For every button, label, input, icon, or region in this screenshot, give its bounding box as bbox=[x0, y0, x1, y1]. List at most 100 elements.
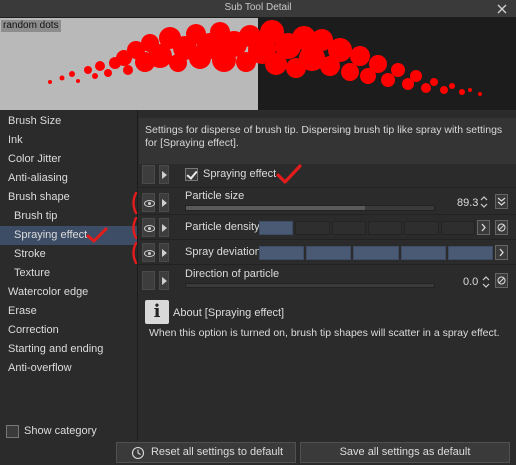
sidebar-item-label: Brush Size bbox=[8, 115, 62, 127]
spinner-icon[interactable] bbox=[481, 274, 491, 290]
category-sidebar: Brush Size Ink Color Jitter Anti-aliasin… bbox=[0, 110, 138, 440]
chevron-right-icon[interactable] bbox=[495, 245, 508, 260]
sidebar-item-ink[interactable]: Ink bbox=[0, 131, 137, 150]
slider-segment[interactable] bbox=[447, 246, 493, 260]
slider-segment[interactable] bbox=[440, 221, 475, 235]
visibility-toggle[interactable] bbox=[142, 165, 155, 184]
slider-segment[interactable] bbox=[259, 246, 305, 260]
expand-arrow-button[interactable] bbox=[159, 165, 169, 184]
sidebar-item-starting-and-ending[interactable]: Starting and ending bbox=[0, 340, 137, 359]
slider-segment[interactable] bbox=[368, 221, 403, 235]
chevron-right-icon[interactable] bbox=[477, 220, 490, 235]
reset-all-settings-label: Reset all settings to default bbox=[150, 446, 284, 458]
slider-segment[interactable] bbox=[400, 246, 446, 260]
particle-size-slider-fill bbox=[186, 206, 365, 210]
eye-icon[interactable] bbox=[142, 243, 155, 262]
reset-all-settings-button[interactable]: Reset all settings to default bbox=[116, 442, 296, 463]
sidebar-item-brush-tip[interactable]: Brush tip bbox=[0, 207, 137, 226]
sidebar-item-correction[interactable]: Correction bbox=[0, 321, 137, 340]
sidebar-item-watercolor-edge[interactable]: Watercolor edge bbox=[0, 283, 137, 302]
sidebar-item-label: Stroke bbox=[14, 248, 46, 260]
sidebar-item-stroke[interactable]: Stroke bbox=[0, 245, 137, 264]
info-icon: i bbox=[145, 300, 169, 324]
about-title: About [Spraying effect] bbox=[173, 307, 285, 319]
slider-segment[interactable] bbox=[259, 221, 294, 235]
slider-segment[interactable] bbox=[306, 246, 352, 260]
slider-segment[interactable] bbox=[404, 221, 439, 235]
red-checkmark-annotation bbox=[276, 164, 302, 184]
sidebar-item-label: Ink bbox=[8, 134, 23, 146]
sidebar-item-spraying-effect[interactable]: Spraying effect bbox=[0, 226, 137, 245]
sidebar-item-label: Color Jitter bbox=[8, 153, 62, 165]
sidebar-item-label: Texture bbox=[14, 267, 51, 279]
particle-size-slider[interactable] bbox=[185, 205, 435, 211]
spraying-effect-checkbox[interactable] bbox=[185, 168, 198, 181]
sidebar-item-label: Brush shape bbox=[8, 191, 70, 203]
show-category-option[interactable]: Show category bbox=[6, 424, 97, 438]
expand-arrow-button[interactable] bbox=[159, 243, 169, 262]
show-category-checkbox[interactable] bbox=[6, 424, 19, 438]
sidebar-item-anti-aliasing[interactable]: Anti-aliasing bbox=[0, 169, 137, 188]
spray-deviation-slider[interactable] bbox=[259, 240, 493, 265]
particle-size-label: Particle size bbox=[185, 190, 245, 202]
setting-row-particle-density: Particle density bbox=[132, 214, 516, 240]
red-checkmark-annotation bbox=[86, 227, 108, 243]
category-description: Settings for disperse of brush tip. Disp… bbox=[139, 118, 516, 164]
settings-panel: Settings for disperse of brush tip. Disp… bbox=[132, 110, 516, 440]
direction-of-particle-value[interactable]: 0.0 bbox=[463, 276, 478, 288]
sidebar-item-label: Correction bbox=[8, 324, 59, 336]
red-bracket-annotation bbox=[132, 242, 138, 264]
sidebar-item-anti-overflow[interactable]: Anti-overflow bbox=[0, 359, 137, 378]
spraying-effect-label: Spraying effect bbox=[203, 168, 277, 180]
red-bracket-annotation bbox=[132, 192, 138, 214]
setting-row-direction-of-particle: Direction of particle 0.0 bbox=[139, 264, 516, 292]
brush-stroke-preview bbox=[0, 18, 516, 110]
sidebar-item-label: Anti-overflow bbox=[8, 362, 72, 374]
red-bracket-annotation bbox=[132, 217, 138, 239]
sidebar-item-label: Brush tip bbox=[14, 210, 58, 222]
title-bar: Sub Tool Detail bbox=[0, 0, 516, 18]
setting-row-spraying-effect: Spraying effect bbox=[139, 162, 516, 187]
direction-of-particle-label: Direction of particle bbox=[185, 268, 280, 280]
visibility-toggle[interactable] bbox=[142, 271, 155, 290]
close-icon[interactable] bbox=[494, 0, 510, 18]
sidebar-item-label: Anti-aliasing bbox=[8, 172, 68, 184]
setting-row-spray-deviation: Spray deviation bbox=[132, 239, 516, 265]
direction-of-particle-slider[interactable] bbox=[185, 283, 435, 288]
spray-deviation-label: Spray deviation bbox=[185, 246, 261, 258]
sidebar-item-label: Watercolor edge bbox=[8, 286, 89, 298]
about-panel: i About [Spraying effect] When this opti… bbox=[139, 294, 516, 404]
expand-arrow-button[interactable] bbox=[159, 271, 169, 290]
sidebar-item-label: Starting and ending bbox=[8, 343, 104, 355]
reset-icon[interactable] bbox=[495, 220, 508, 235]
window-title: Sub Tool Detail bbox=[224, 2, 292, 13]
about-text: When this option is turned on, brush tip… bbox=[149, 327, 500, 339]
sidebar-item-label: Erase bbox=[8, 305, 37, 317]
sidebar-item-color-jitter[interactable]: Color Jitter bbox=[0, 150, 137, 169]
eye-icon[interactable] bbox=[142, 193, 155, 212]
double-chevron-down-icon[interactable] bbox=[495, 194, 508, 209]
particle-density-slider[interactable] bbox=[259, 215, 475, 240]
sidebar-item-brush-shape[interactable]: Brush shape bbox=[0, 188, 137, 207]
save-all-settings-button[interactable]: Save all settings as default bbox=[300, 442, 510, 463]
reset-icon bbox=[131, 446, 145, 460]
reset-icon[interactable] bbox=[495, 273, 508, 288]
spinner-icon[interactable] bbox=[479, 194, 489, 210]
particle-density-label: Particle density bbox=[185, 221, 260, 233]
setting-row-particle-size: Particle size 89.3 bbox=[132, 187, 516, 214]
footer: Reset all settings to default Save all s… bbox=[0, 440, 516, 465]
particle-size-value[interactable]: 89.3 bbox=[457, 197, 478, 209]
slider-segment[interactable] bbox=[331, 221, 366, 235]
preview-label: random dots bbox=[1, 20, 61, 32]
brush-preview: random dots bbox=[0, 18, 516, 110]
slider-segment[interactable] bbox=[295, 221, 330, 235]
sidebar-item-texture[interactable]: Texture bbox=[0, 264, 137, 283]
expand-arrow-button[interactable] bbox=[159, 218, 169, 237]
show-category-label: Show category bbox=[24, 425, 97, 437]
sidebar-item-erase[interactable]: Erase bbox=[0, 302, 137, 321]
eye-icon[interactable] bbox=[142, 218, 155, 237]
slider-segment[interactable] bbox=[353, 246, 399, 260]
sidebar-item-label: Spraying effect bbox=[14, 229, 88, 241]
sidebar-item-brush-size[interactable]: Brush Size bbox=[0, 112, 137, 131]
expand-arrow-button[interactable] bbox=[159, 193, 169, 212]
